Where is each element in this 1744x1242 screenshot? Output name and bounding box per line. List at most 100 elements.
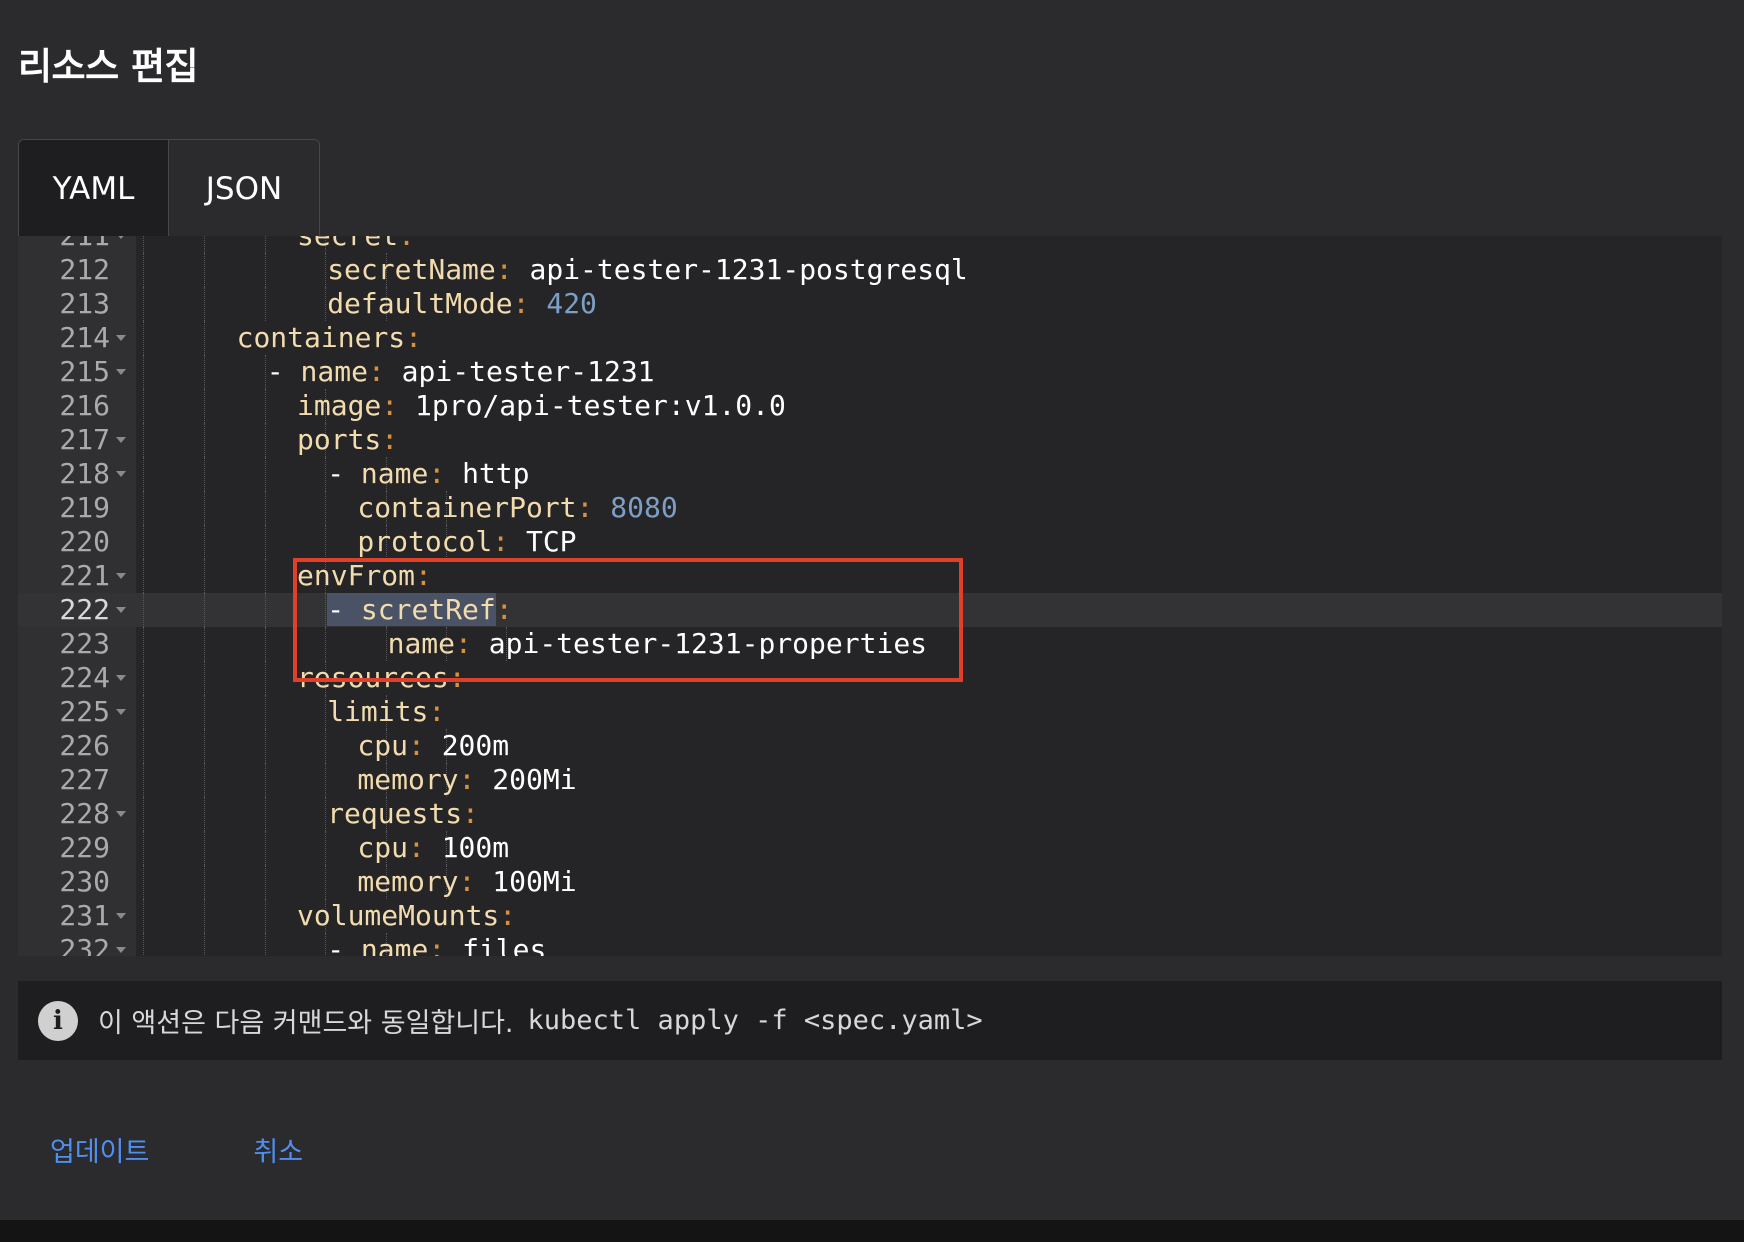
code-line[interactable]: 213 defaultMode: 420 bbox=[18, 287, 1722, 321]
yaml-colon: : bbox=[458, 865, 476, 898]
update-button[interactable]: 업데이트 bbox=[50, 1130, 149, 1169]
indent-guide bbox=[143, 865, 144, 899]
indent-guide bbox=[204, 661, 206, 695]
indent-guide bbox=[264, 236, 266, 253]
line-number: 223 bbox=[59, 627, 110, 660]
code-content: defaultMode: 420 bbox=[327, 287, 597, 321]
fold-arrow-icon[interactable] bbox=[116, 236, 126, 239]
fold-arrow-icon[interactable] bbox=[116, 335, 126, 341]
indent-guide bbox=[325, 287, 327, 321]
yaml-value: api-tester-1231-postgresql bbox=[529, 253, 968, 286]
code-line[interactable]: 232 - name: files bbox=[18, 933, 1722, 956]
indent-guide bbox=[264, 491, 266, 525]
code-content: - name: http bbox=[327, 457, 529, 491]
line-number: 226 bbox=[59, 729, 110, 762]
indent-guide bbox=[143, 763, 144, 797]
indent-guide bbox=[143, 559, 144, 593]
fold-arrow-icon[interactable] bbox=[116, 573, 126, 579]
tab-yaml[interactable]: YAML bbox=[19, 140, 169, 236]
indent-guide bbox=[264, 763, 266, 797]
code-line[interactable]: 228 requests: bbox=[18, 797, 1722, 831]
fold-arrow-icon[interactable] bbox=[116, 369, 126, 375]
code-content: containerPort: 8080 bbox=[357, 491, 677, 525]
code-content: volumeMounts: bbox=[297, 899, 516, 933]
code-line[interactable]: 215 - name: api-tester-1231 bbox=[18, 355, 1722, 389]
indent-guide bbox=[325, 729, 327, 763]
yaml-value: 8080 bbox=[610, 491, 678, 524]
code-content: requests: bbox=[327, 797, 479, 831]
fold-arrow-icon[interactable] bbox=[116, 947, 126, 953]
code-line[interactable]: 214 containers: bbox=[18, 321, 1722, 355]
indent-guide bbox=[143, 355, 144, 389]
indent-guide bbox=[143, 236, 144, 253]
code-line[interactable]: 231 volumeMounts: bbox=[18, 899, 1722, 933]
code-line[interactable]: 220 protocol: TCP bbox=[18, 525, 1722, 559]
indent-guide bbox=[264, 695, 266, 729]
code-content: ports: bbox=[297, 423, 398, 457]
yaml-colon: : bbox=[428, 933, 446, 956]
indent-guide bbox=[325, 763, 327, 797]
yaml-key: image bbox=[297, 389, 382, 422]
yaml-value: http bbox=[462, 457, 530, 490]
tab-json[interactable]: JSON bbox=[169, 140, 319, 236]
yaml-colon: : bbox=[381, 389, 399, 422]
indent-guide bbox=[204, 389, 206, 423]
code-content: memory: 200Mi bbox=[357, 763, 576, 797]
fold-arrow-icon[interactable] bbox=[116, 811, 126, 817]
yaml-colon: : bbox=[398, 236, 415, 252]
code-line[interactable]: 219 containerPort: 8080 bbox=[18, 491, 1722, 525]
code-line[interactable]: 217 ports: bbox=[18, 423, 1722, 457]
code-line[interactable]: 225 limits: bbox=[18, 695, 1722, 729]
indent-guide bbox=[325, 797, 327, 831]
yaml-key: volumeMounts bbox=[297, 899, 500, 932]
indent-guide bbox=[325, 253, 327, 287]
page-title: 리소스 편집 bbox=[18, 45, 199, 88]
indent-guide bbox=[143, 253, 144, 287]
code-line[interactable]: 226 cpu: 200m bbox=[18, 729, 1722, 763]
line-number: 225 bbox=[59, 695, 110, 728]
fold-arrow-icon[interactable] bbox=[116, 675, 126, 681]
indent-guide bbox=[264, 797, 266, 831]
code-content: image: 1pro/api-tester:v1.0.0 bbox=[297, 389, 786, 423]
fold-arrow-icon[interactable] bbox=[116, 471, 126, 477]
list-dash: - bbox=[266, 355, 301, 388]
indent-guide bbox=[264, 661, 266, 695]
indent-guide bbox=[204, 729, 206, 763]
indent-guide bbox=[204, 559, 206, 593]
yaml-value: TCP bbox=[525, 525, 577, 558]
fold-arrow-icon[interactable] bbox=[116, 607, 126, 613]
indent-guide bbox=[204, 321, 206, 355]
indent-guide bbox=[204, 287, 206, 321]
indent-guide bbox=[204, 423, 206, 457]
code-line[interactable]: 212 secretName: api-tester-1231-postgresq… bbox=[18, 253, 1722, 287]
indent-guide bbox=[264, 559, 266, 593]
code-line[interactable]: 229 cpu: 100m bbox=[18, 831, 1722, 865]
indent-guide bbox=[264, 865, 266, 899]
format-tabs: YAML JSON bbox=[18, 139, 320, 236]
line-number: 218 bbox=[59, 457, 110, 490]
code-line[interactable]: 211 secret: bbox=[18, 236, 1722, 253]
yaml-value: 1pro/api-tester:v1.0.0 bbox=[415, 389, 786, 422]
yaml-value: 100Mi bbox=[492, 865, 577, 898]
indent-guide bbox=[204, 525, 206, 559]
yaml-value: api-tester-1231 bbox=[401, 355, 655, 388]
indent-guide bbox=[143, 593, 144, 627]
cancel-button[interactable]: 취소 bbox=[253, 1130, 303, 1169]
dialog-actions: 업데이트 취소 bbox=[50, 1130, 303, 1169]
indent-guide bbox=[264, 525, 266, 559]
indent-guide bbox=[264, 457, 266, 491]
fold-arrow-icon[interactable] bbox=[116, 437, 126, 443]
fold-arrow-icon[interactable] bbox=[116, 913, 126, 919]
code-line[interactable]: 227 memory: 200Mi bbox=[18, 763, 1722, 797]
fold-arrow-icon[interactable] bbox=[116, 709, 126, 715]
yaml-key: limits bbox=[327, 695, 429, 728]
yaml-key: memory bbox=[357, 763, 459, 796]
yaml-key: protocol bbox=[357, 525, 493, 558]
indent-guide bbox=[325, 525, 327, 559]
code-line[interactable]: 230 memory: 100Mi bbox=[18, 865, 1722, 899]
yaml-key: secret bbox=[297, 236, 398, 252]
info-text: 이 액션은 다음 커맨드와 동일합니다. bbox=[98, 1008, 514, 1039]
code-line[interactable]: 218 - name: http bbox=[18, 457, 1722, 491]
indent-guide bbox=[204, 763, 206, 797]
code-line[interactable]: 216 image: 1pro/api-tester:v1.0.0 bbox=[18, 389, 1722, 423]
